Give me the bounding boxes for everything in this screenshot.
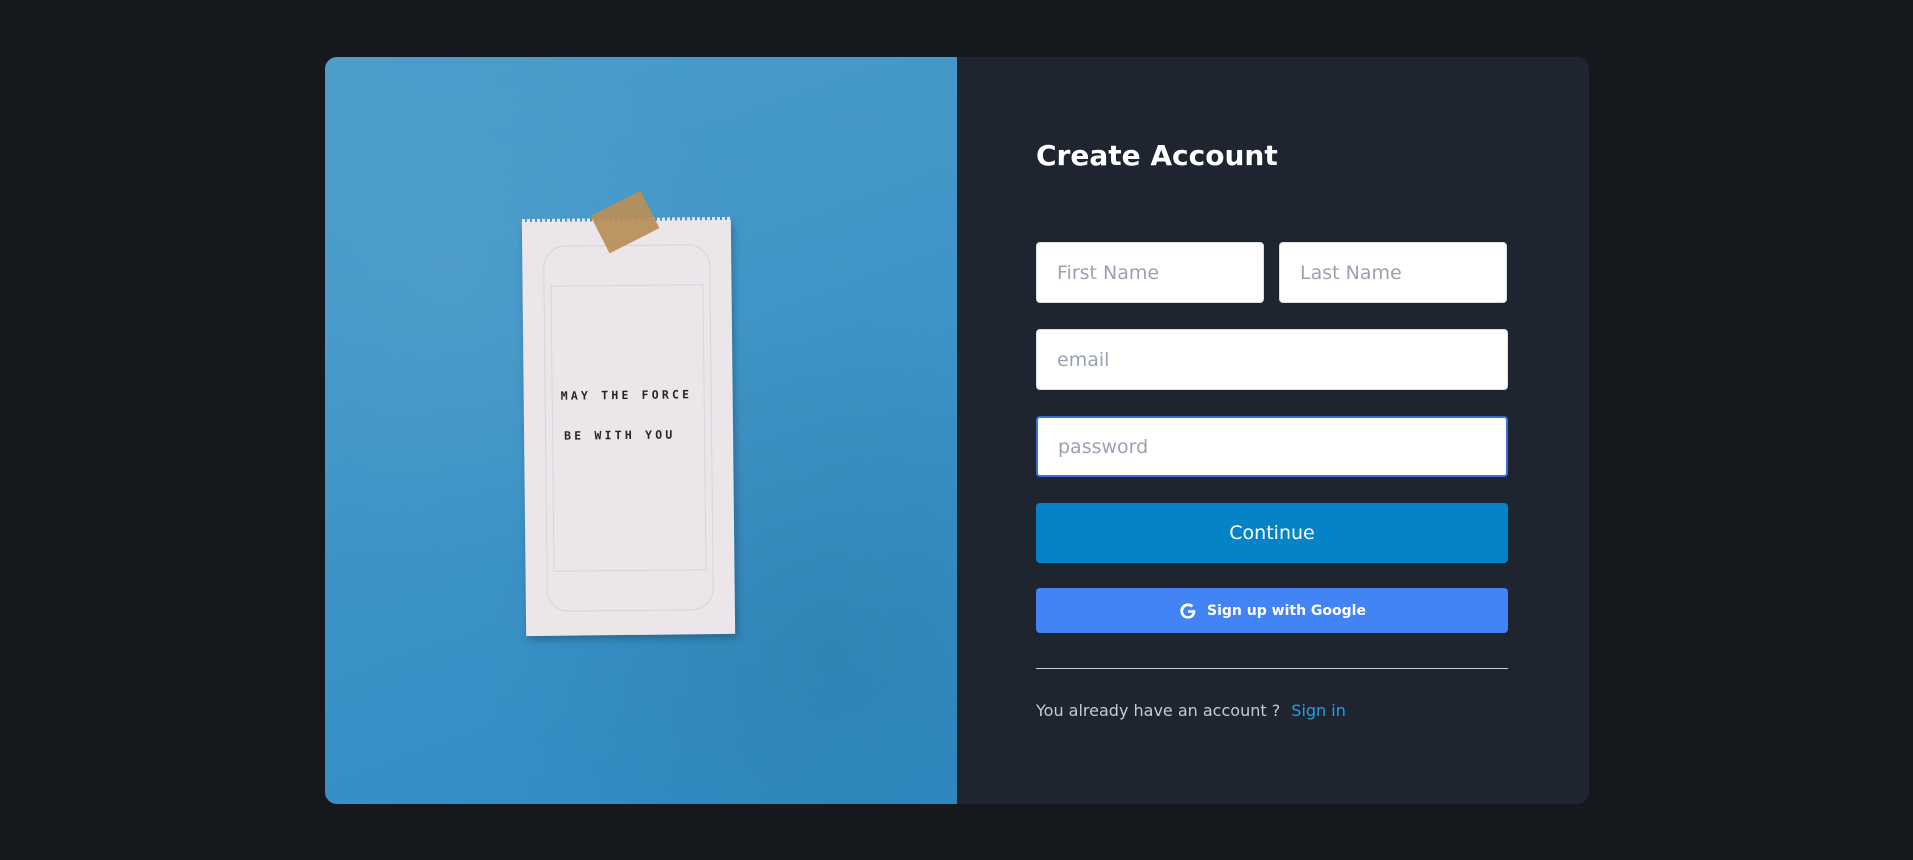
- paper-note: MAY THE FORCE BE WITH YOU: [521, 219, 736, 637]
- google-signup-button[interactable]: Sign up with Google: [1036, 588, 1508, 633]
- first-name-field[interactable]: [1036, 242, 1264, 303]
- continue-button[interactable]: Continue: [1036, 503, 1508, 563]
- last-name-field[interactable]: [1279, 242, 1507, 303]
- signin-link[interactable]: Sign in: [1291, 701, 1346, 720]
- signin-prompt: You already have an account ?: [1036, 701, 1281, 720]
- note-line-2: BE WITH YOU: [564, 427, 676, 443]
- google-button-label: Sign up with Google: [1207, 602, 1366, 619]
- illustration-panel: MAY THE FORCE BE WITH YOU: [325, 57, 957, 804]
- page-title: Create Account: [1036, 139, 1278, 172]
- signup-card: MAY THE FORCE BE WITH YOU Create Account…: [325, 57, 1589, 804]
- google-icon: [1178, 601, 1198, 621]
- signup-form-panel: Create Account Continue Sign up with Goo…: [957, 57, 1589, 804]
- divider: [1036, 668, 1508, 669]
- password-field[interactable]: [1036, 416, 1508, 477]
- email-field[interactable]: [1036, 329, 1508, 390]
- signin-row: You already have an account ? Sign in: [1036, 701, 1346, 720]
- note-line-1: MAY THE FORCE: [560, 387, 693, 403]
